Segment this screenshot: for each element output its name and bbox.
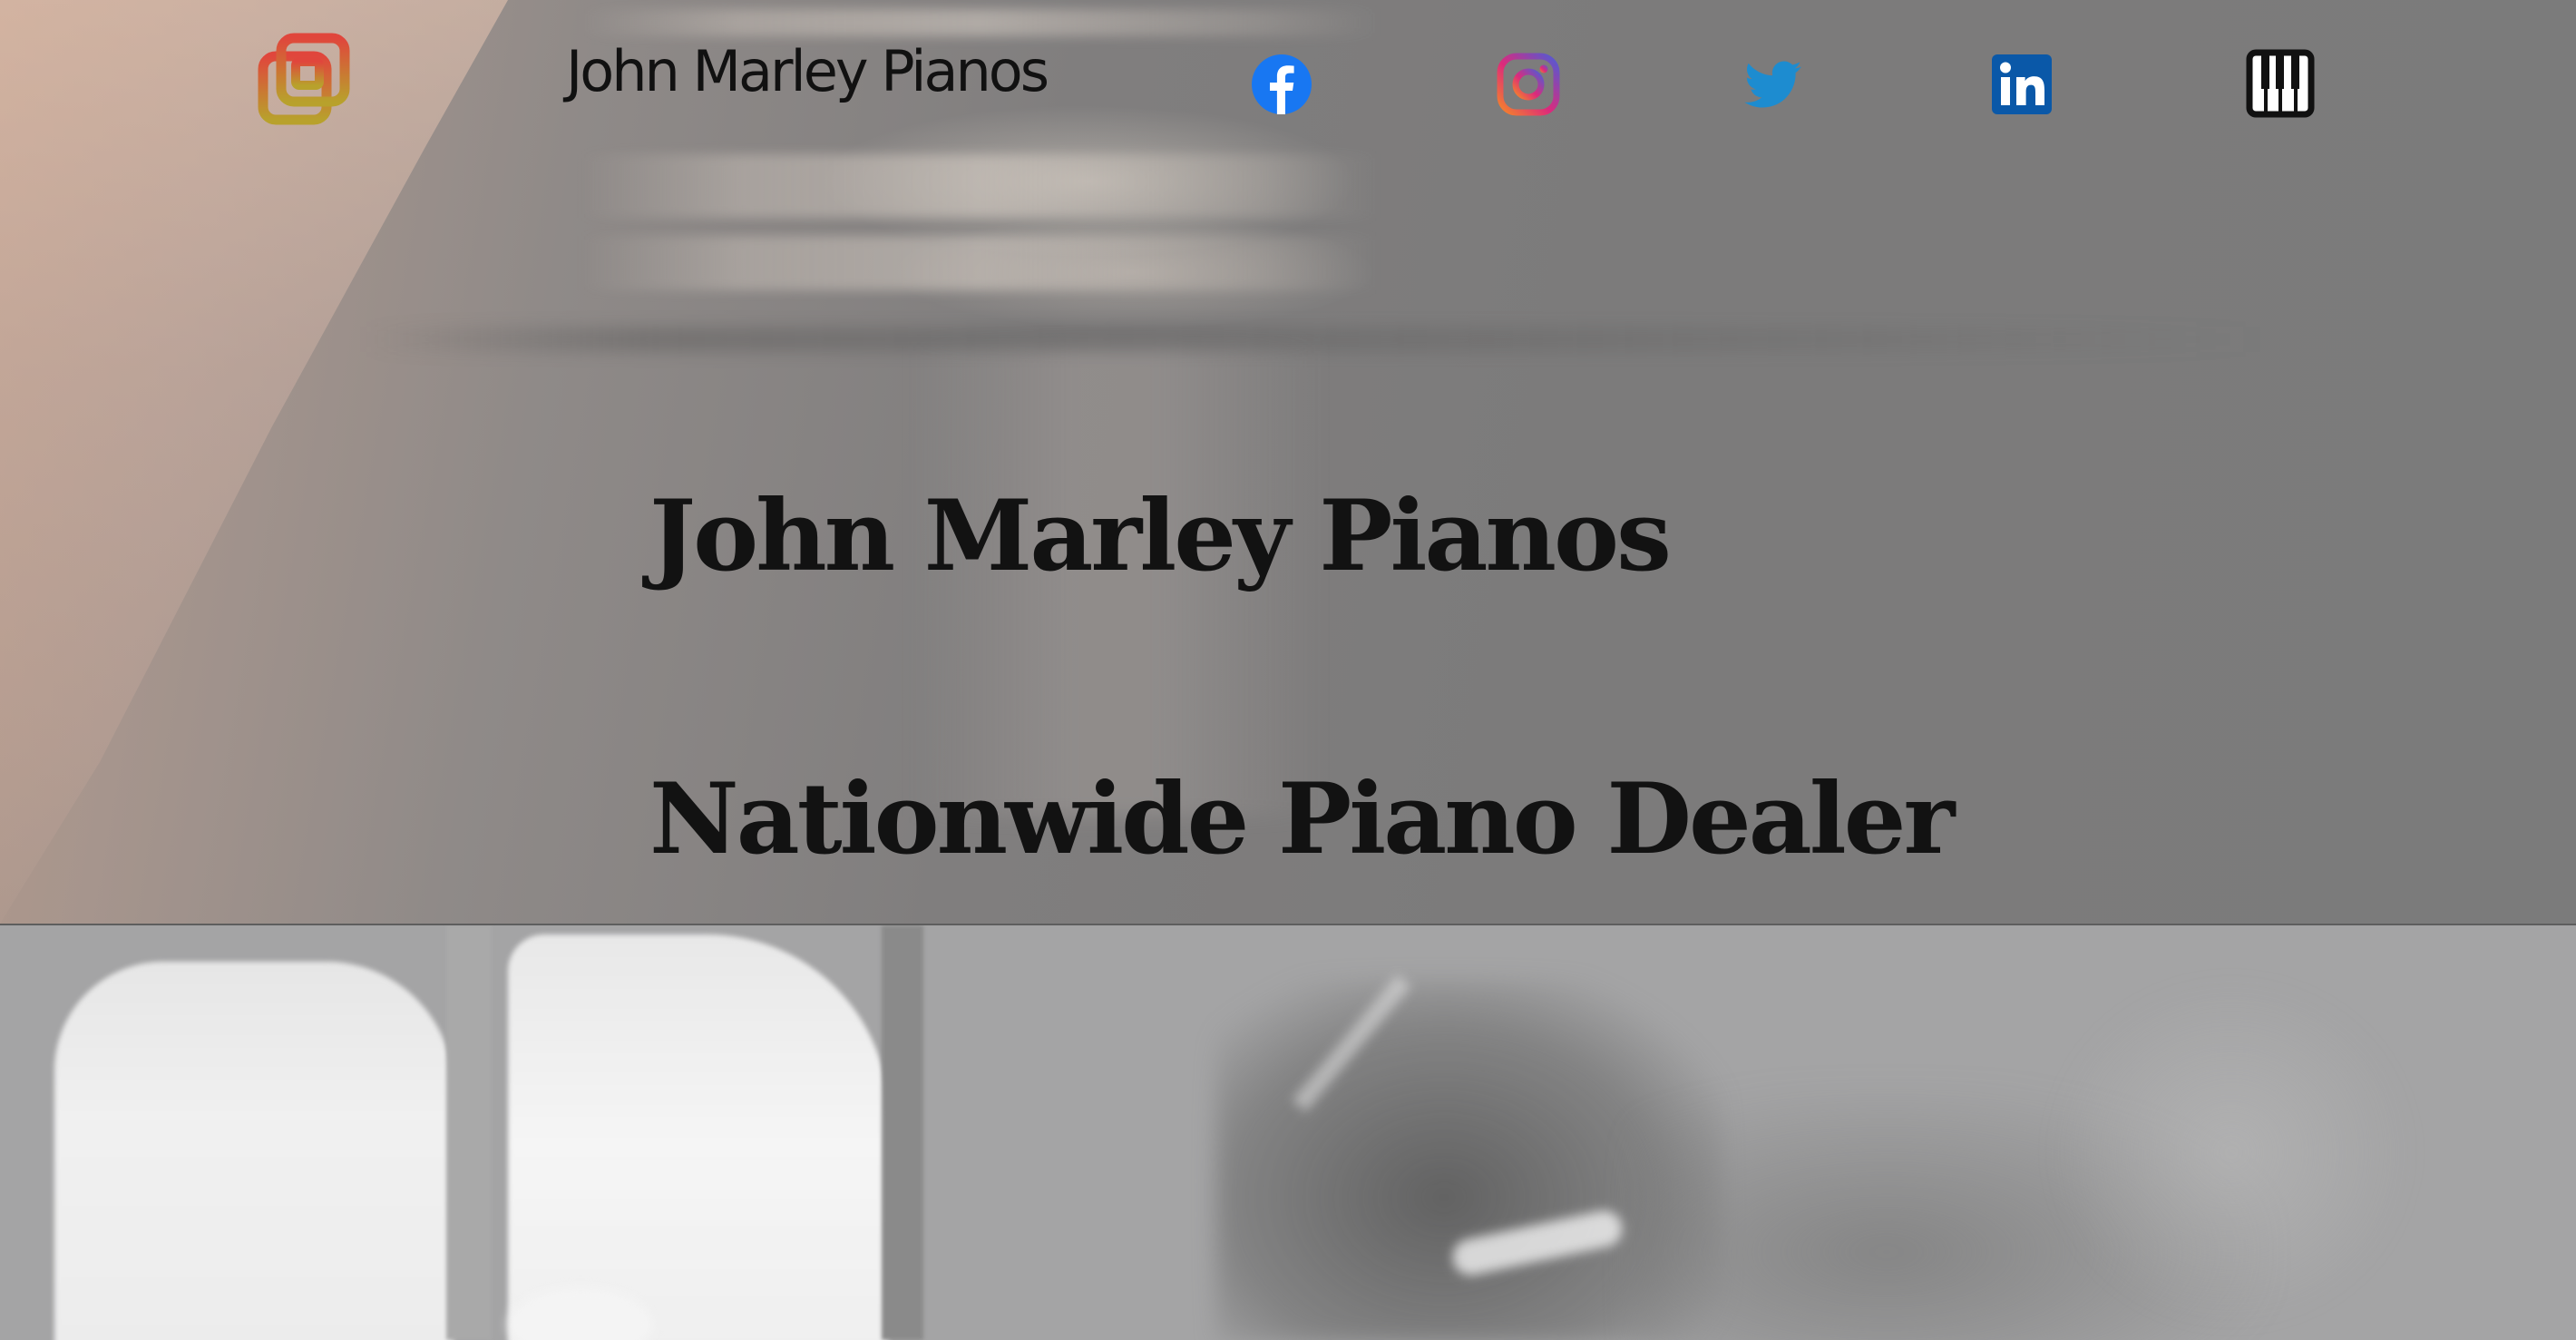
- logo-icon[interactable]: [256, 31, 352, 127]
- background-window-frame: [882, 925, 923, 1340]
- background-window: [54, 962, 454, 1340]
- linkedin-icon[interactable]: [1990, 53, 2054, 116]
- background-light: [2050, 980, 2413, 1325]
- hero-subtitle: Nationwide Piano Dealer: [649, 761, 1955, 876]
- hero-title: John Marley Pianos: [649, 479, 1672, 594]
- instagram-icon[interactable]: [1497, 53, 1560, 116]
- twitter-icon[interactable]: [1742, 53, 1805, 116]
- site-header: John Marley Pianos: [0, 0, 2576, 172]
- hero-background-highlight: [581, 236, 1379, 290]
- site-name-link[interactable]: John Marley Pianos: [566, 38, 1049, 104]
- lower-section-background: [0, 925, 2576, 1340]
- background-window: [508, 934, 889, 1340]
- facebook-icon[interactable]: [1250, 53, 1313, 116]
- page: John Marley Pianos Nationwide Piano Deal…: [0, 0, 2576, 1340]
- hero-background-shadow: [363, 327, 2268, 352]
- piano-keys-icon[interactable]: [2246, 49, 2315, 118]
- background-window-frame: [446, 925, 492, 1340]
